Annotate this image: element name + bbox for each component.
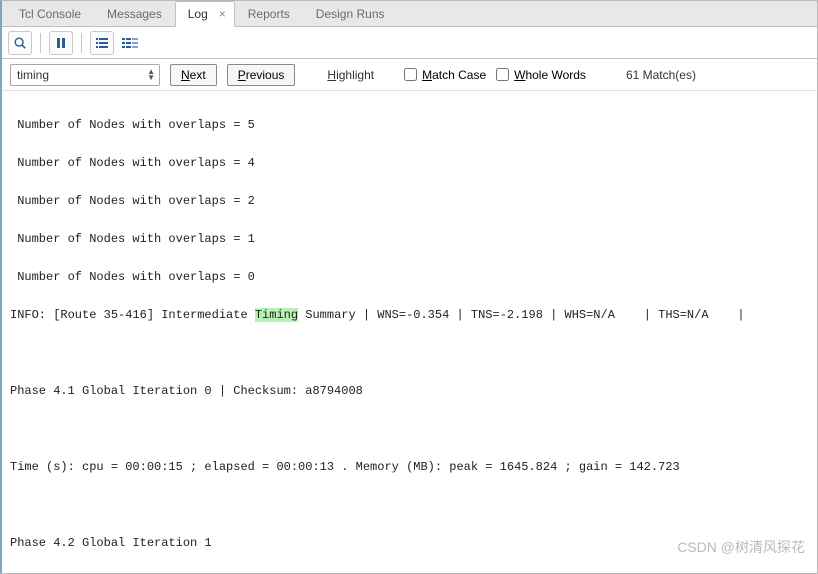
- log-line: [10, 344, 809, 363]
- log-line: Number of Nodes with overlaps = 0: [10, 268, 809, 287]
- tab-messages[interactable]: Messages: [94, 1, 175, 26]
- match-case-input[interactable]: [404, 68, 417, 81]
- search-highlight: Timing: [255, 308, 298, 322]
- search-icon: [13, 36, 27, 50]
- whole-words-label: Whole Words: [514, 68, 586, 82]
- view-mode-1-button[interactable]: [90, 31, 114, 55]
- search-button[interactable]: [8, 31, 32, 55]
- panel-tabs: Tcl Console Messages Log × Reports Desig…: [2, 1, 817, 27]
- view-mode-2-button[interactable]: [118, 31, 142, 55]
- search-bar: timing ▲▼ Next Previous Highlight Match …: [2, 59, 817, 91]
- next-button[interactable]: Next: [170, 64, 217, 86]
- list-icon: [95, 36, 109, 50]
- tab-log[interactable]: Log ×: [175, 1, 235, 27]
- tab-label: Messages: [107, 7, 162, 21]
- log-line: Number of Nodes with overlaps = 13: [10, 572, 809, 573]
- log-line-info: INFO: [Route 35-416] Intermediate Timing…: [10, 306, 809, 325]
- log-line: Phase 4.2 Global Iteration 1: [10, 534, 809, 553]
- pause-button[interactable]: [49, 31, 73, 55]
- log-content[interactable]: Number of Nodes with overlaps = 5 Number…: [2, 91, 817, 573]
- tab-tcl-console[interactable]: Tcl Console: [6, 1, 94, 26]
- log-toolbar: [2, 27, 817, 59]
- tab-label: Tcl Console: [19, 7, 81, 21]
- detail-list-icon: [122, 36, 138, 50]
- log-line: [10, 420, 809, 439]
- tab-reports[interactable]: Reports: [235, 1, 303, 26]
- close-icon[interactable]: ×: [219, 7, 226, 21]
- highlight-toggle[interactable]: Highlight: [327, 68, 374, 82]
- chevron-updown-icon: ▲▼: [147, 69, 155, 81]
- whole-words-input[interactable]: [496, 68, 509, 81]
- separator: [40, 33, 41, 53]
- log-line: Number of Nodes with overlaps = 5: [10, 116, 809, 135]
- search-query-text: timing: [17, 68, 49, 82]
- whole-words-checkbox[interactable]: Whole Words: [496, 68, 586, 82]
- match-count: 61 Match(es): [626, 68, 696, 82]
- match-case-checkbox[interactable]: Match Case: [404, 68, 486, 82]
- separator: [81, 33, 82, 53]
- search-input[interactable]: timing ▲▼: [10, 64, 160, 86]
- log-line: [10, 496, 809, 515]
- tab-label: Reports: [248, 7, 290, 21]
- log-line: Time (s): cpu = 00:00:15 ; elapsed = 00:…: [10, 458, 809, 477]
- log-line: Number of Nodes with overlaps = 4: [10, 154, 809, 173]
- previous-button[interactable]: Previous: [227, 64, 296, 86]
- tab-label: Log: [188, 7, 208, 21]
- tab-design-runs[interactable]: Design Runs: [303, 1, 398, 26]
- log-line: Number of Nodes with overlaps = 1: [10, 230, 809, 249]
- tab-label: Design Runs: [316, 7, 385, 21]
- log-line: Number of Nodes with overlaps = 2: [10, 192, 809, 211]
- pause-icon: [55, 37, 67, 49]
- log-line: Phase 4.1 Global Iteration 0 | Checksum:…: [10, 382, 809, 401]
- match-case-label: Match Case: [422, 68, 486, 82]
